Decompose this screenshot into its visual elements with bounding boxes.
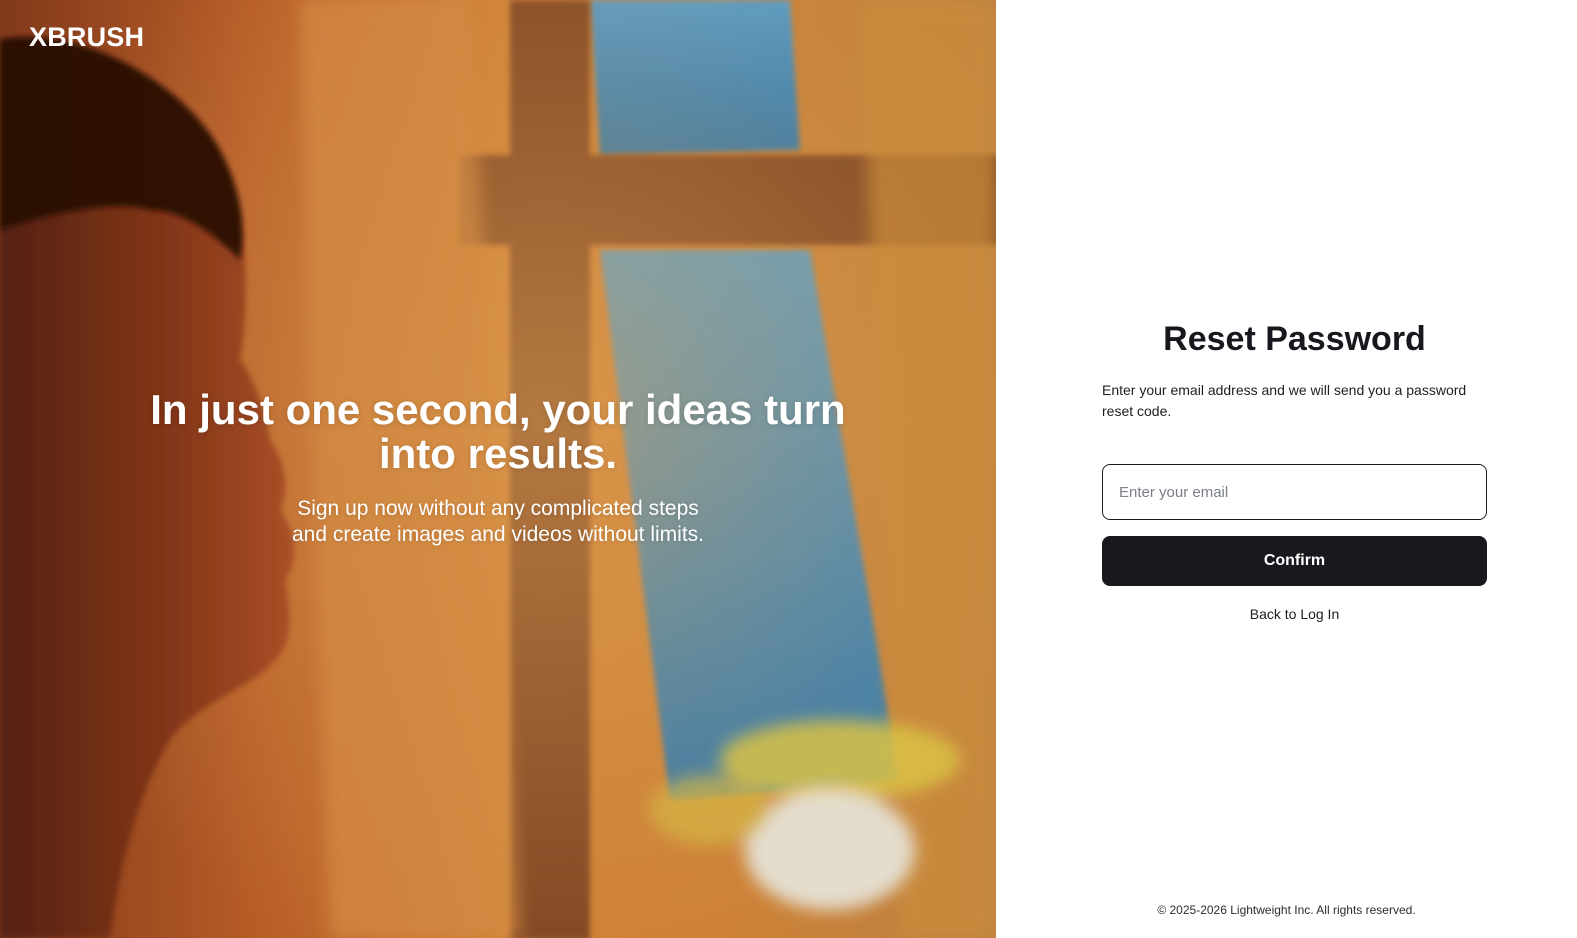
hero-panel: XBRUSH In just one second, your ideas tu… — [0, 0, 996, 938]
email-input[interactable] — [1102, 464, 1487, 520]
hero-subtitle-line-2: and create images and videos without lim… — [291, 523, 705, 546]
brand-logo[interactable]: XBRUSH — [29, 20, 144, 54]
hero-subtitle-line-1: Sign up now without any complicated step… — [297, 497, 699, 520]
form-description: Enter your email address and we will sen… — [1102, 382, 1467, 419]
reset-password-page: XBRUSH In just one second, your ideas tu… — [0, 0, 1577, 938]
hero-headline: In just one second, your ideas turn into… — [150, 386, 846, 477]
hero-subtitle: Sign up now without any complicated step… — [238, 496, 758, 548]
form-title: Reset Password — [1163, 320, 1426, 358]
copyright-text: © 2025-2026 Lightweight Inc. All rights … — [1157, 903, 1416, 917]
reset-password-form: Reset Password Enter your email address … — [1102, 318, 1487, 622]
back-to-login-link[interactable]: Back to Log In — [1102, 606, 1487, 622]
form-panel: Reset Password Enter your email address … — [996, 0, 1577, 938]
hero-copy: In just one second, your ideas turn into… — [0, 388, 996, 548]
confirm-button[interactable]: Confirm — [1102, 536, 1487, 586]
